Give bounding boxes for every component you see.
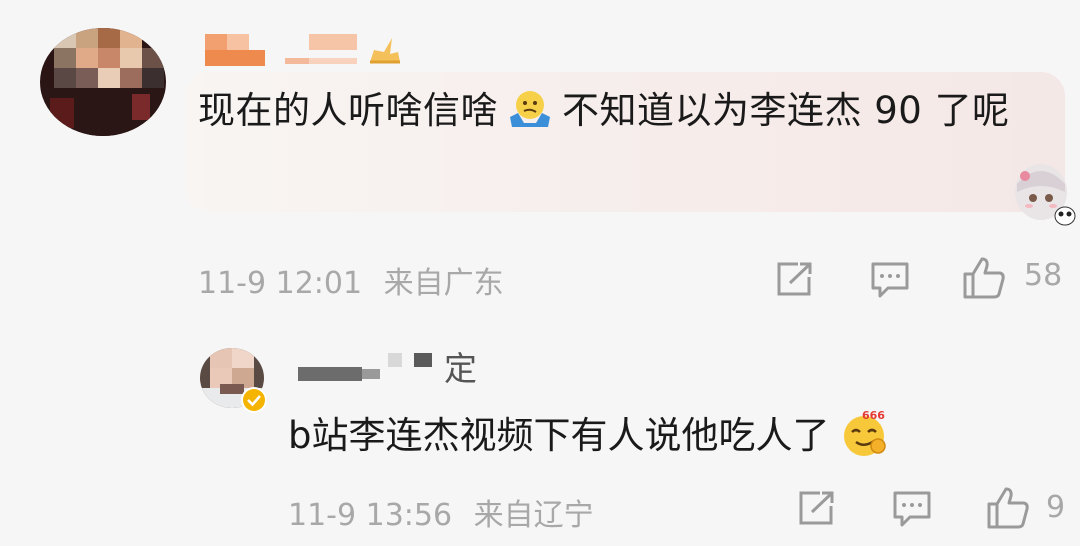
shrug-emoji-icon <box>510 91 550 127</box>
reply-text-content: b站李连杰视频下有人说他吃人了 <box>288 414 830 457</box>
comment-icon[interactable] <box>892 490 932 528</box>
comment-text-part-1: 现在的人听啥信啥 <box>198 89 498 132</box>
pixelated-avatar-image <box>40 28 166 136</box>
like-count: 58 <box>1024 258 1063 293</box>
comment-icon[interactable] <box>870 261 910 299</box>
comment-location: 来自广东 <box>383 266 504 301</box>
666-sly-emoji-icon: 666 <box>843 409 886 456</box>
reply-meta: 11-9 13:56 来自辽宁 <box>288 490 594 534</box>
anime-girl-sticker-icon <box>1015 164 1076 226</box>
thumbs-up-icon[interactable] <box>986 486 1030 530</box>
reply-like-count: 9 <box>1046 490 1066 525</box>
share-icon[interactable] <box>776 261 814 297</box>
svg-text:666: 666 <box>862 409 885 422</box>
reply-location: 来自辽宁 <box>473 498 594 533</box>
share-icon[interactable] <box>798 490 836 526</box>
thumbs-up-icon[interactable] <box>962 256 1006 300</box>
comment-meta: 11-9 12:01 来自广东 <box>198 258 504 302</box>
weibo-comment-screen: 现在的人听啥信啥 不知道以为李连杰 90 了呢 11-9 12:01 来自广东 <box>0 0 1080 546</box>
comment-time: 11-9 12:01 <box>198 266 363 301</box>
verified-badge-icon <box>241 387 267 413</box>
comment-text[interactable]: 现在的人听啥信啥 不知道以为李连杰 90 了呢 <box>198 84 1048 138</box>
reply-text[interactable]: b站李连杰视频下有人说他吃人了 666 <box>288 408 900 461</box>
reply-time: 11-9 13:56 <box>288 498 453 533</box>
comment-text-part-2: 不知道以为李连杰 90 了呢 <box>562 89 1010 132</box>
commenter-avatar[interactable] <box>40 28 166 136</box>
replier-username-visible-char: 定 <box>444 349 477 388</box>
vip-crown-icon <box>370 38 400 64</box>
